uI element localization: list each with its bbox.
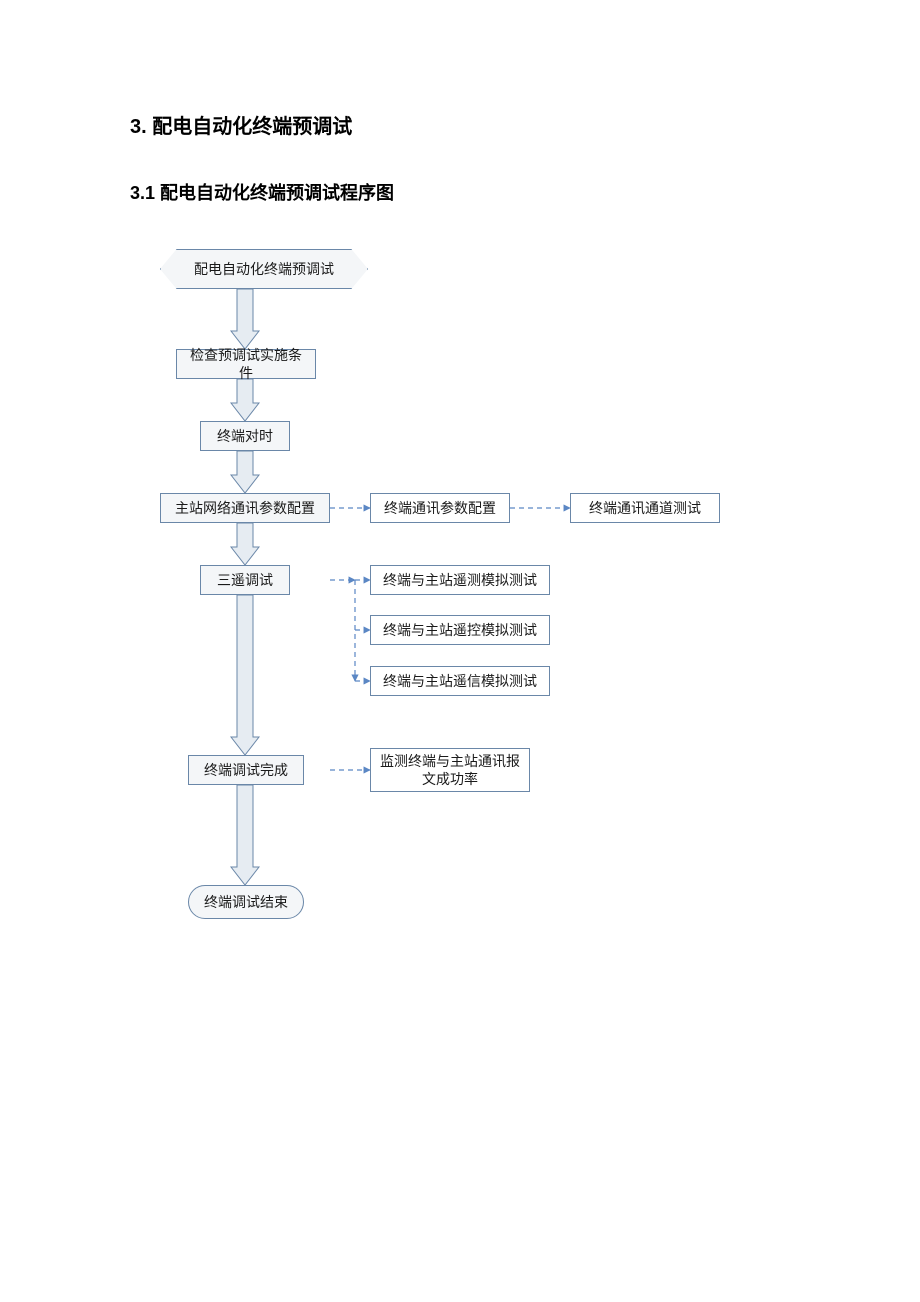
node-sanyao-label: 三遥调试 [217, 571, 273, 589]
node-sync-label: 终端对时 [217, 427, 273, 445]
section-title: 3.1 配电自动化终端预调试程序图 [130, 179, 790, 205]
node-end-terminator: 终端调试结束 [188, 885, 304, 919]
node-yaoxin: 终端与主站遥信模拟测试 [370, 666, 550, 696]
node-end-label: 终端调试结束 [204, 892, 288, 912]
node-check: 检查预调试实施条件 [176, 349, 316, 379]
node-yaoce-label: 终端与主站遥测模拟测试 [383, 571, 537, 589]
node-master-net: 主站网络通讯参数配置 [160, 493, 330, 523]
node-monitor: 监测终端与主站通讯报文成功率 [370, 748, 530, 792]
page-title: 3. 配电自动化终端预调试 [130, 110, 790, 139]
node-done: 终端调试完成 [188, 755, 304, 785]
node-sanyao: 三遥调试 [200, 565, 290, 595]
node-monitor-label: 监测终端与主站通讯报文成功率 [379, 752, 521, 788]
node-yaokong: 终端与主站遥控模拟测试 [370, 615, 550, 645]
node-term-param: 终端通讯参数配置 [370, 493, 510, 523]
node-start-hexagon: 配电自动化终端预调试 [160, 249, 368, 289]
node-yaoxin-label: 终端与主站遥信模拟测试 [383, 672, 537, 690]
flowchart: 配电自动化终端预调试 检查预调试实施条件 终端对时 主站网络通讯参数配置 终端通… [160, 245, 820, 945]
node-check-label: 检查预调试实施条件 [185, 346, 307, 382]
node-yaoce: 终端与主站遥测模拟测试 [370, 565, 550, 595]
node-yaokong-label: 终端与主站遥控模拟测试 [383, 621, 537, 639]
node-sync: 终端对时 [200, 421, 290, 451]
node-term-chan: 终端通讯通道测试 [570, 493, 720, 523]
node-term-param-label: 终端通讯参数配置 [384, 499, 496, 517]
node-master-net-label: 主站网络通讯参数配置 [175, 499, 315, 517]
node-done-label: 终端调试完成 [204, 761, 288, 779]
node-term-chan-label: 终端通讯通道测试 [589, 499, 701, 517]
node-start-label: 配电自动化终端预调试 [194, 259, 334, 279]
